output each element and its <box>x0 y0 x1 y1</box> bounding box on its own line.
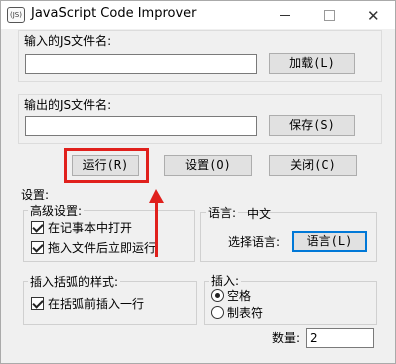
insert-space-label[interactable]: 空格 <box>227 287 251 304</box>
current-language: 中文 <box>247 207 272 221</box>
app-icon: (JS) <box>7 7 25 23</box>
select-language-label: 选择语言: <box>228 235 281 249</box>
load-button[interactable]: 加载(L) <box>269 53 355 74</box>
bracket-style-title: 插入括弧的样式: <box>28 273 121 290</box>
insert-before-bracket-checkbox[interactable] <box>31 297 44 310</box>
output-file-label: 输出的JS文件名: <box>24 98 112 112</box>
advanced-settings-title: 高级设置: <box>28 202 85 219</box>
settings-button[interactable]: 设置(O) <box>164 155 252 176</box>
app-window: (JS) JavaScript Code Improver ✕ 输入的JS文件名… <box>0 0 396 364</box>
insert-tab-radio[interactable] <box>211 306 224 319</box>
output-group: 输出的JS文件名: 保存(S) <box>18 94 382 144</box>
close-icon: ✕ <box>367 7 380 25</box>
input-file-field[interactable] <box>25 54 257 74</box>
minimize-icon[interactable] <box>263 1 307 29</box>
open-in-notepad-checkbox[interactable] <box>31 221 44 234</box>
insert-before-bracket-label[interactable]: 在括弧前插入一行 <box>48 295 144 312</box>
settings-title: 设置: <box>21 188 50 202</box>
open-in-notepad-label[interactable]: 在记事本中打开 <box>48 219 132 236</box>
count-label: 数量: <box>272 331 301 345</box>
run-after-drag-checkbox[interactable] <box>31 241 44 254</box>
save-button[interactable]: 保存(S) <box>269 115 355 136</box>
language-title: 语言: <box>206 204 239 221</box>
input-file-label: 输入的JS文件名: <box>24 34 112 48</box>
run-after-drag-label[interactable]: 拖入文件后立即运行 <box>48 239 156 256</box>
insert-space-radio[interactable] <box>211 289 224 302</box>
language-button[interactable]: 语言(L) <box>292 231 367 252</box>
close-button[interactable]: 关闭(C) <box>269 155 357 176</box>
input-group: 输入的JS文件名: 加载(L) <box>18 30 382 82</box>
insert-tab-label[interactable]: 制表符 <box>227 304 263 321</box>
count-field[interactable]: 2 <box>306 328 374 348</box>
window-title: JavaScript Code Improver <box>31 6 197 21</box>
annotation-arrow <box>155 199 158 257</box>
maximize-icon[interactable] <box>307 1 351 29</box>
title-bar[interactable]: (JS) JavaScript Code Improver ✕ <box>1 1 395 29</box>
output-file-field[interactable] <box>25 116 257 136</box>
close-window-button[interactable]: ✕ <box>351 1 395 29</box>
run-button-highlight <box>64 148 149 183</box>
